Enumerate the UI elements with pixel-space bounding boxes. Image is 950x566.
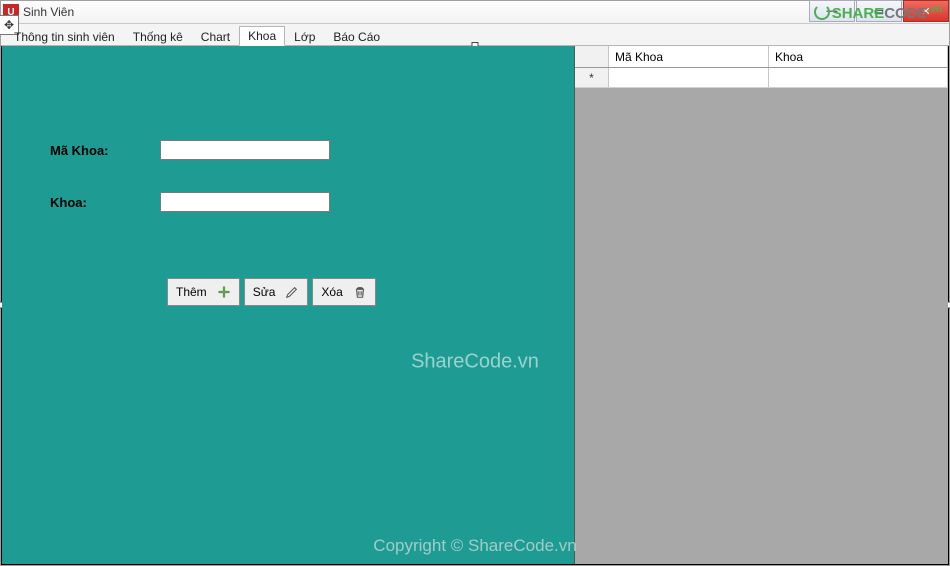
window-controls: — ▭ ✕ bbox=[809, 0, 949, 22]
grid-new-row[interactable]: * bbox=[575, 68, 948, 88]
tab-thong-tin-sinh-vien[interactable]: Thông tin sinh viên bbox=[5, 27, 124, 46]
new-row-indicator: * bbox=[575, 68, 609, 87]
tab-khoa[interactable]: Khoa bbox=[239, 26, 285, 46]
column-header-khoa[interactable]: Khoa bbox=[769, 46, 948, 67]
titlebar: U Sinh Viên — ▭ ✕ ✥ bbox=[1, 1, 949, 24]
maximize-icon: ▭ bbox=[874, 5, 884, 18]
grid-cell[interactable] bbox=[609, 68, 769, 87]
content-area: Mã Khoa: Khoa: Thêm Sửa bbox=[1, 46, 949, 565]
grid-header: Mã Khoa Khoa bbox=[575, 46, 948, 68]
input-ma-khoa[interactable] bbox=[160, 140, 330, 160]
minimize-icon: — bbox=[827, 5, 838, 17]
pencil-icon bbox=[285, 285, 299, 299]
edit-button-label: Sửa bbox=[253, 285, 276, 299]
delete-button[interactable]: Xóa bbox=[312, 278, 375, 306]
tab-thong-ke[interactable]: Thống kê bbox=[124, 27, 192, 46]
input-khoa[interactable] bbox=[160, 192, 330, 212]
app-window: U Sinh Viên — ▭ ✕ ✥ Thông tin sinh viên … bbox=[0, 0, 950, 566]
window-title: Sinh Viên bbox=[23, 5, 74, 19]
form-panel: Mã Khoa: Khoa: Thêm Sửa bbox=[2, 46, 574, 564]
grid-body: * bbox=[575, 68, 948, 88]
delete-button-label: Xóa bbox=[321, 285, 342, 299]
trash-icon bbox=[353, 285, 367, 299]
label-ma-khoa: Mã Khoa: bbox=[50, 143, 160, 158]
edit-button[interactable]: Sửa bbox=[244, 278, 309, 306]
label-khoa: Khoa: bbox=[50, 195, 160, 210]
minimize-button[interactable]: — bbox=[809, 0, 855, 22]
row-khoa: Khoa: bbox=[50, 192, 330, 212]
add-button[interactable]: Thêm bbox=[167, 278, 240, 306]
tab-bao-cao[interactable]: Báo Cáo bbox=[324, 27, 389, 46]
close-icon: ✕ bbox=[921, 5, 930, 18]
column-header-ma-khoa[interactable]: Mã Khoa bbox=[609, 46, 769, 67]
row-ma-khoa: Mã Khoa: bbox=[50, 140, 330, 160]
plus-icon bbox=[217, 285, 231, 299]
button-row: Thêm Sửa Xóa bbox=[167, 278, 376, 306]
grid-corner bbox=[575, 46, 609, 67]
maximize-button[interactable]: ▭ bbox=[856, 0, 902, 22]
tab-lop[interactable]: Lớp bbox=[285, 27, 324, 46]
grid-cell[interactable] bbox=[769, 68, 948, 87]
close-button[interactable]: ✕ bbox=[903, 0, 949, 22]
tab-chart[interactable]: Chart bbox=[192, 27, 239, 46]
data-grid[interactable]: Mã Khoa Khoa * bbox=[574, 46, 948, 564]
add-button-label: Thêm bbox=[176, 285, 207, 299]
